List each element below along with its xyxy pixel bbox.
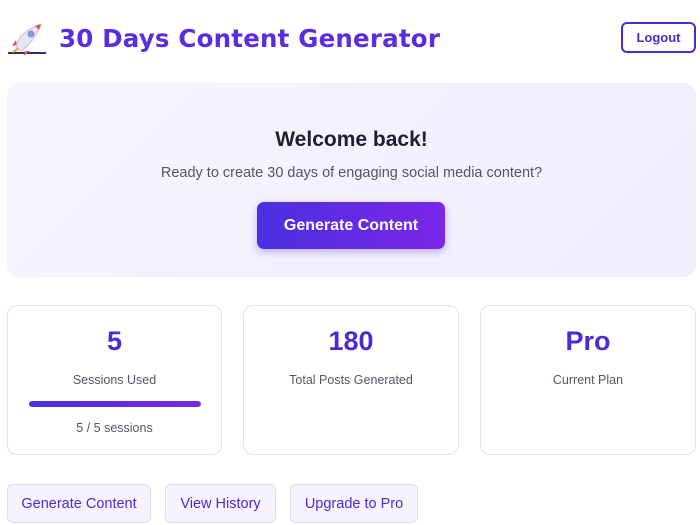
sessions-progress-fill [29, 401, 201, 407]
posts-value: 180 [328, 326, 374, 356]
header: 30 Days Content Generator Logout [0, 0, 700, 78]
posts-stat-card: 180 Total Posts Generated [243, 305, 459, 455]
plan-label: Current Plan [552, 373, 624, 387]
plan-stat-card: Pro Current Plan [480, 305, 696, 455]
sessions-stat-card: 5 Sessions Used 5 / 5 sessions [7, 305, 222, 455]
dashboard-page: 30 Days Content Generator Logout Welcome… [0, 0, 700, 525]
sessions-label: Sessions Used [72, 373, 157, 387]
sessions-progress-text: 5 / 5 sessions [76, 421, 153, 435]
view-history-button[interactable]: View History [165, 484, 276, 523]
brand: 30 Days Content Generator [7, 20, 440, 56]
posts-label: Total Posts Generated [289, 373, 413, 387]
sessions-value: 5 [106, 326, 123, 356]
plan-value: Pro [565, 326, 611, 356]
generate-content-button[interactable]: Generate Content [257, 202, 445, 249]
sessions-progress-bar [29, 401, 201, 407]
welcome-title: Welcome back! [275, 128, 428, 151]
logout-button[interactable]: Logout [621, 22, 696, 53]
welcome-card: Welcome back! Ready to create 30 days of… [7, 83, 696, 277]
rocket-icon [7, 21, 47, 56]
upgrade-to-pro-button[interactable]: Upgrade to Pro [290, 484, 418, 523]
app-title: 30 Days Content Generator [59, 23, 441, 53]
welcome-subtitle: Ready to create 30 days of engaging soci… [160, 165, 543, 181]
generate-content-action-button[interactable]: Generate Content [7, 484, 151, 523]
